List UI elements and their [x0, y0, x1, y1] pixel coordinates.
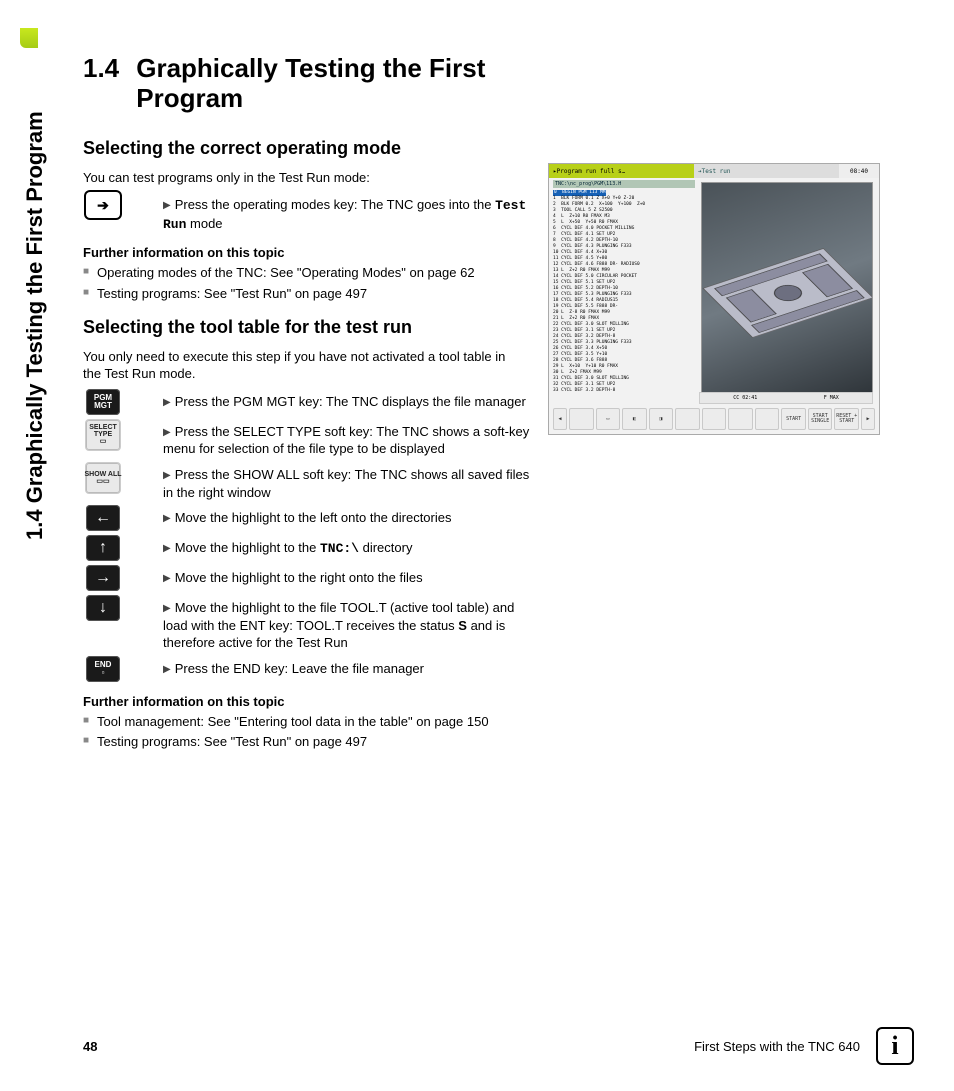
section2-step: END ▫ ▶Press the END key: Leave the file … [83, 656, 533, 682]
info-icon: i [876, 1027, 914, 1065]
list-item: Testing programs: See "Test Run" on page… [83, 733, 533, 751]
key-icon-container: ↑ [83, 535, 123, 561]
section2-step: SELECT TYPE ▭ ▶Press the SELECT TYPE soft… [83, 419, 533, 458]
heading-number: 1.4 [83, 54, 129, 84]
section1-title: Selecting the correct operating mode [83, 138, 873, 159]
ss-time: 08:40 [839, 164, 879, 178]
list-item: Tool management: See "Entering tool data… [83, 713, 533, 731]
arrow-key-icon: ➔ [86, 192, 120, 218]
book-title: First Steps with the TNC 640 [694, 1039, 860, 1054]
step-text: ▶Press the SELECT TYPE soft key: The TNC… [163, 419, 533, 458]
section1-step-1: ➔ ▶Press the operating modes key: The TN… [83, 192, 533, 233]
ss-filebar: TNC:\nc_prog\PGM\113.H [553, 180, 695, 188]
ss-softkey-row: ◀ ▭◧◨ START START SINGLE RESET + START ▶ [553, 408, 875, 430]
section2-further-label: Further information on this topic [83, 694, 873, 709]
step-text: ▶Press the END key: Leave the file manag… [163, 656, 533, 678]
key-icon-container: PGM MGT [83, 389, 123, 415]
side-running-title: 1.4 Graphically Testing the First Progra… [22, 111, 48, 540]
key-icon-container: → [83, 565, 123, 591]
arrow-key-icon: → [86, 565, 120, 591]
ss-title-right: ➔ Test run [694, 164, 839, 178]
ss-code-listing: 0 BEGIN PGM 113 MM1 BLK FORM 0.1 Z X+0 Y… [553, 190, 698, 394]
section2-bullets: Tool management: See "Entering tool data… [83, 713, 533, 751]
key-icon-container: ↓ [83, 595, 123, 621]
section2-step: → ▶Move the highlight to the right onto t… [83, 565, 533, 591]
page-tab-accent [20, 28, 38, 48]
section1-bullets: Operating modes of the TNC: See "Operati… [83, 264, 533, 302]
arrow-key-icon: ↑ [86, 535, 120, 561]
section2-step: ← ▶Move the highlight to the left onto th… [83, 505, 533, 531]
step-text: ▶Move the highlight to the TNC:\ directo… [163, 535, 533, 558]
section2-step: SHOW ALL ▭▭ ▶Press the SHOW ALL soft key:… [83, 462, 533, 501]
arrow-key-icon: ↓ [86, 595, 120, 621]
section2-step: ↑ ▶Move the highlight to the TNC:\ direct… [83, 535, 533, 561]
step-text: ▶Move the highlight to the file TOOL.T (… [163, 595, 533, 652]
list-item: Operating modes of the TNC: See "Operati… [83, 264, 533, 282]
pgm-mgt-key-icon: PGM MGT [86, 389, 120, 415]
key-icon-container: SELECT TYPE ▭ [83, 419, 123, 451]
key-icon-container: ← [83, 505, 123, 531]
section2-step: PGM MGT ▶Press the PGM MGT key: The TNC d… [83, 389, 533, 415]
key-icon-container: SHOW ALL ▭▭ [83, 462, 123, 494]
show-all-key-icon: SHOW ALL ▭▭ [85, 462, 121, 494]
ss-statusbar: CC 02:41F MAX [699, 392, 873, 404]
section1-intro: You can test programs only in the Test R… [83, 169, 523, 187]
arrow-key-icon: ← [86, 505, 120, 531]
operating-modes-key-icon: ➔ [83, 192, 123, 218]
tnc-screenshot: ▸ Program run full s… ➔ Test run 08:40 T… [548, 163, 880, 435]
section2-intro: You only need to execute this step if yo… [83, 348, 523, 383]
step-text: ▶Move the highlight to the right onto th… [163, 565, 533, 587]
section1-step-1-text: ▶Press the operating modes key: The TNC … [163, 192, 533, 233]
page-footer: 48 First Steps with the TNC 640 i [83, 1027, 914, 1065]
section2-step: ↓ ▶Move the highlight to the file TOOL.T … [83, 595, 533, 652]
step-text: ▶Press the SHOW ALL soft key: The TNC sh… [163, 462, 533, 501]
page-heading: 1.4 Graphically Testing the First Progra… [83, 54, 873, 114]
step-text: ▶Move the highlight to the left onto the… [163, 505, 533, 527]
page-number: 48 [83, 1039, 97, 1054]
list-item: Testing programs: See "Test Run" on page… [83, 285, 533, 303]
step-text: ▶Press the PGM MGT key: The TNC displays… [163, 389, 533, 411]
heading-text: Graphically Testing the First Program [136, 54, 516, 114]
key-icon-container: END ▫ [83, 656, 123, 682]
end-key-icon: END ▫ [86, 656, 120, 682]
ss-title-left: ▸ Program run full s… [549, 164, 694, 178]
ss-3d-view [701, 182, 873, 394]
select-type-key-icon: SELECT TYPE ▭ [85, 419, 121, 451]
